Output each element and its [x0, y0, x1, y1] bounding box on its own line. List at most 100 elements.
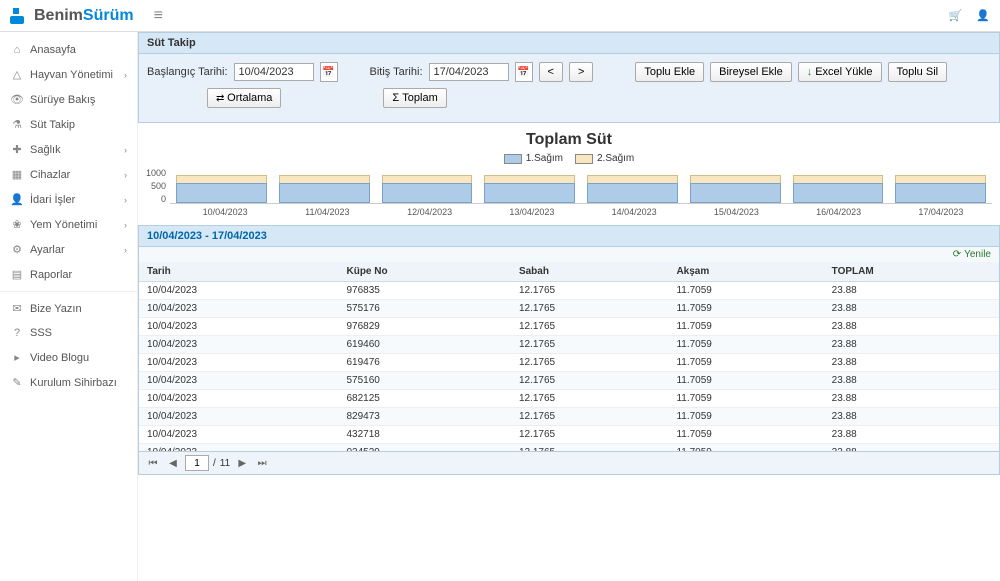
sidebar-item[interactable]: ❀Yem Yönetimi›: [0, 212, 137, 237]
bar-segment-2: [895, 175, 986, 183]
nav-label: Raporlar: [30, 269, 72, 281]
table-row[interactable]: 10/04/202343271812.176511.705923.88: [139, 426, 999, 444]
pager-next-icon[interactable]: ▶: [234, 455, 250, 471]
bar-group: [787, 175, 890, 203]
bar-group: [376, 175, 479, 203]
excel-yukle-button[interactable]: Excel Yükle: [798, 62, 882, 82]
sidebar-item[interactable]: ▤Raporlar: [0, 262, 137, 287]
end-date-picker-icon[interactable]: 📅: [515, 62, 533, 82]
table-row[interactable]: 10/04/202382947312.176511.705923.88: [139, 408, 999, 426]
pager-page-input[interactable]: [185, 455, 209, 471]
nav-icon: ⚗: [10, 118, 24, 131]
end-date-input[interactable]: 17/04/2023: [429, 63, 509, 81]
sidebar-item[interactable]: ✚Sağlık›: [0, 137, 137, 162]
sidebar-item[interactable]: 👤İdari İşler›: [0, 187, 137, 212]
cell: 12.1765: [511, 372, 669, 390]
sidebar-item[interactable]: ⚙Ayarlar›: [0, 237, 137, 262]
sidebar-item[interactable]: ⌂ Anasayfa: [0, 38, 137, 62]
cell: 619476: [338, 354, 510, 372]
x-tick: 15/04/2023: [685, 204, 787, 217]
logo[interactable]: BenimSürüm: [10, 7, 134, 25]
toplu-ekle-button[interactable]: Toplu Ekle: [635, 62, 704, 82]
x-tick: 10/04/2023: [174, 204, 276, 217]
cell: 11.7059: [668, 282, 823, 300]
refresh-button[interactable]: ⟳ Yenile: [953, 249, 991, 260]
logo-text-2: Sürüm: [83, 7, 134, 25]
table-row[interactable]: 10/04/202302452912.176511.705923.88: [139, 444, 999, 453]
nav-icon: ▸: [10, 351, 24, 364]
table-row[interactable]: 10/04/202397683512.176511.705923.88: [139, 282, 999, 300]
nav-icon: ?: [10, 327, 24, 339]
cell: 12.1765: [511, 408, 669, 426]
column-header[interactable]: TOPLAM: [824, 262, 999, 282]
nav-label: Ayarlar: [30, 244, 65, 256]
cell: 23.88: [824, 300, 999, 318]
cell: 12.1765: [511, 354, 669, 372]
toplam-button[interactable]: Toplam: [383, 88, 446, 108]
cell: 12.1765: [511, 300, 669, 318]
prev-button[interactable]: <: [539, 62, 563, 82]
cell: 12.1765: [511, 390, 669, 408]
column-header[interactable]: Tarih: [139, 262, 338, 282]
ortalama-button[interactable]: Ortalama: [207, 88, 281, 108]
cell: 11.7059: [668, 354, 823, 372]
nav-label: SSS: [30, 327, 52, 339]
cell: 575160: [338, 372, 510, 390]
panel-title: Süt Takip: [138, 32, 1000, 54]
cell: 11.7059: [668, 408, 823, 426]
column-header[interactable]: Sabah: [511, 262, 669, 282]
nav-icon: ⌂: [10, 44, 24, 56]
sidebar-item[interactable]: ⚗Süt Takip: [0, 112, 137, 137]
chart-legend: 1.Sağım 2.Sağım: [146, 153, 992, 164]
nav-icon: 👁: [10, 93, 24, 106]
user-icon[interactable]: 👤: [976, 9, 990, 22]
x-tick: 13/04/2023: [481, 204, 583, 217]
sidebar-item[interactable]: △Hayvan Yönetimi›: [0, 62, 137, 87]
column-header[interactable]: Küpe No: [338, 262, 510, 282]
cell: 11.7059: [668, 444, 823, 453]
nav-label: Video Blogu: [30, 352, 89, 364]
cell: 10/04/2023: [139, 390, 338, 408]
cell: 575176: [338, 300, 510, 318]
sidebar-item[interactable]: ? SSS: [0, 321, 137, 345]
menu-toggle-icon[interactable]: ≡: [154, 7, 163, 25]
cell: 23.88: [824, 426, 999, 444]
chevron-right-icon: ›: [124, 170, 127, 180]
table-row[interactable]: 10/04/202368212512.176511.705923.88: [139, 390, 999, 408]
column-header[interactable]: Akşam: [668, 262, 823, 282]
table-row[interactable]: 10/04/202361947612.176511.705923.88: [139, 354, 999, 372]
cell: 10/04/2023: [139, 300, 338, 318]
table-row[interactable]: 10/04/202397682912.176511.705923.88: [139, 318, 999, 336]
nav-icon: ✉: [10, 302, 24, 315]
start-date-picker-icon[interactable]: 📅: [320, 62, 338, 82]
cell: 23.88: [824, 372, 999, 390]
cell: 23.88: [824, 408, 999, 426]
nav-label: İdari İşler: [30, 194, 75, 206]
pager-first-icon[interactable]: ⏮: [145, 455, 161, 471]
table-row[interactable]: 10/04/202357516012.176511.705923.88: [139, 372, 999, 390]
table-row[interactable]: 10/04/202361946012.176511.705923.88: [139, 336, 999, 354]
chevron-right-icon: ›: [124, 220, 127, 230]
bar-segment-1: [895, 183, 986, 203]
toplu-sil-button[interactable]: Toplu Sil: [888, 62, 948, 82]
logo-icon: [10, 8, 30, 24]
nav-label: Anasayfa: [30, 44, 76, 56]
bireysel-ekle-button[interactable]: Bireysel Ekle: [710, 62, 792, 82]
sidebar-item[interactable]: ▸ Video Blogu: [0, 345, 137, 370]
pager-last-icon[interactable]: ⏭: [254, 455, 270, 471]
next-button[interactable]: >: [569, 62, 593, 82]
sidebar-item[interactable]: ✎Kurulum Sihirbazı: [0, 370, 137, 395]
sidebar-item[interactable]: ▦Cihazlar›: [0, 162, 137, 187]
bar-segment-1: [382, 183, 473, 203]
cart-icon[interactable]: 🛒: [949, 9, 963, 22]
pager-total: 11: [220, 458, 230, 469]
sidebar-item[interactable]: ✉ Bize Yazın: [0, 296, 137, 321]
nav-label: Bize Yazın: [30, 303, 82, 315]
start-date-input[interactable]: 10/04/2023: [234, 63, 314, 81]
chevron-right-icon: ›: [124, 195, 127, 205]
table-row[interactable]: 10/04/202357517612.176511.705923.88: [139, 300, 999, 318]
nav-icon: ❀: [10, 218, 24, 231]
bar-segment-2: [176, 175, 267, 183]
sidebar-item[interactable]: 👁Sürüye Bakış: [0, 87, 137, 112]
pager-prev-icon[interactable]: ◀: [165, 455, 181, 471]
